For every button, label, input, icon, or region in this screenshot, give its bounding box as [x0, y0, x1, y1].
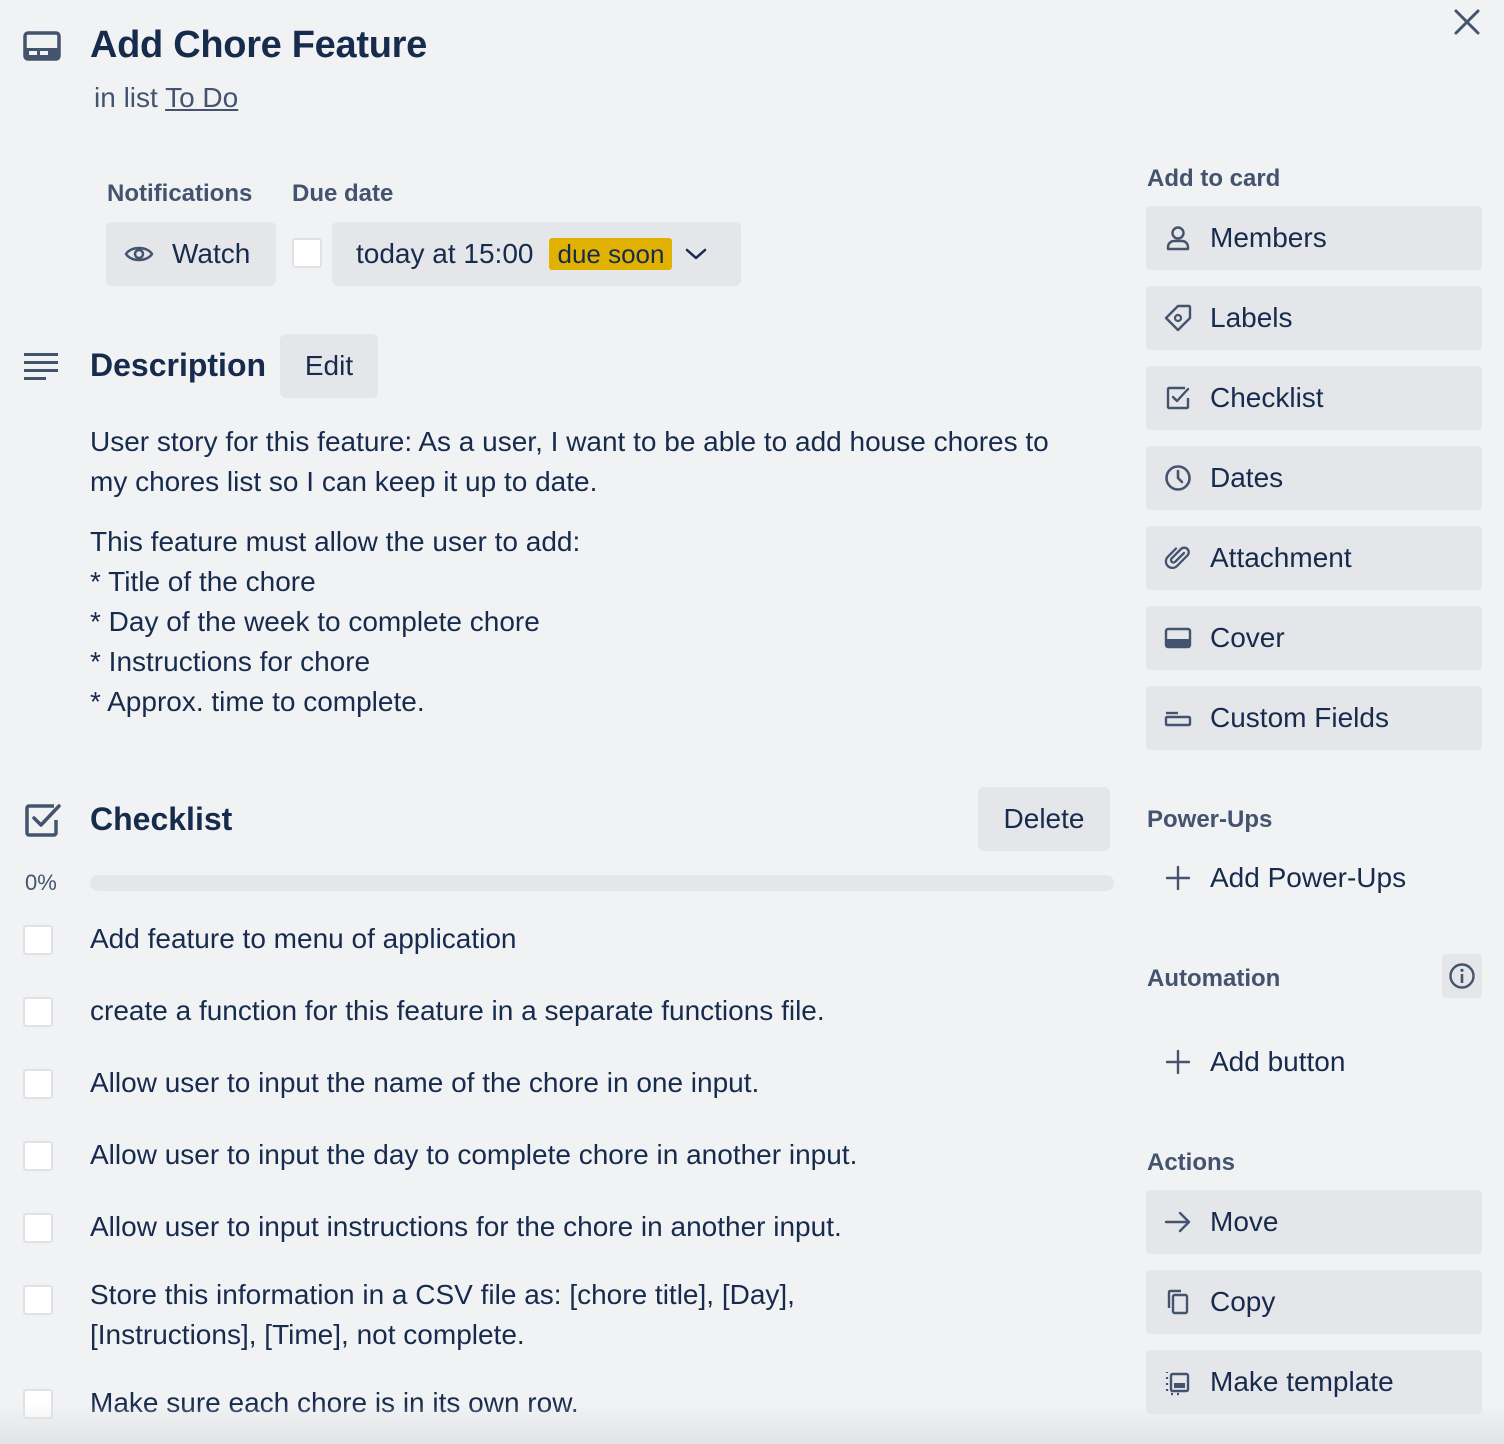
due-date-complete-checkbox[interactable] [292, 238, 322, 268]
description-line: * Title of the chore [90, 566, 316, 597]
checklist-item-checkbox[interactable] [23, 1389, 53, 1419]
checklist-item-line: [Instructions], [Time], not complete. [90, 1319, 525, 1350]
person-icon [1164, 225, 1192, 251]
checklist-item[interactable]: Allow user to input instructions for the… [90, 1207, 1090, 1247]
description-line: my chores list so I can keep it up to da… [90, 466, 598, 497]
checklist-item-line: Store this information in a CSV file as:… [90, 1279, 795, 1310]
attachment-button[interactable]: Attachment [1146, 526, 1482, 590]
template-icon [1164, 1368, 1192, 1396]
description-heading: Description [90, 347, 267, 383]
clock-icon [1164, 464, 1192, 492]
description-icon [22, 350, 60, 382]
checklist-item[interactable]: Add feature to menu of application [90, 919, 1090, 959]
add-to-card-heading: Add to card [1147, 165, 1281, 192]
close-icon[interactable] [1444, 4, 1490, 40]
paperclip-icon [1164, 544, 1192, 572]
list-subtitle: in list To Do [94, 82, 238, 114]
custom-fields-icon [1164, 706, 1192, 730]
description-line: User story for this feature: As a user, … [90, 426, 1049, 457]
due-soon-badge: due soon [549, 238, 673, 270]
description-line: * Approx. time to complete. [90, 686, 425, 717]
due-date-button[interactable]: today at 15:00 due soon [332, 222, 741, 286]
due-date-value: today at 15:00 [356, 238, 534, 269]
checklist-label: Checklist [1210, 382, 1324, 413]
arrow-right-icon [1164, 1210, 1192, 1234]
description-text[interactable]: User story for this feature: As a user, … [90, 422, 1100, 722]
members-button[interactable]: Members [1146, 206, 1482, 270]
automation-heading: Automation [1147, 965, 1281, 992]
eye-icon [124, 244, 154, 264]
card-icon [22, 30, 62, 64]
info-icon[interactable] [1442, 954, 1482, 998]
card-title[interactable]: Add Chore Feature [90, 24, 427, 67]
actions-heading: Actions [1147, 1149, 1236, 1176]
delete-checklist-button[interactable]: Delete [978, 787, 1110, 851]
copy-icon [1164, 1288, 1192, 1316]
add-power-ups-label: Add Power-Ups [1210, 862, 1407, 893]
chevron-down-icon [684, 246, 708, 262]
description-line: * Day of the week to complete chore [90, 606, 540, 637]
checklist-icon [24, 802, 62, 838]
checklist-item-checkbox[interactable] [23, 925, 53, 955]
members-label: Members [1210, 222, 1327, 253]
checklist-item[interactable]: Allow user to input the day to complete … [90, 1135, 1090, 1175]
dates-label: Dates [1210, 462, 1284, 493]
plus-icon [1164, 865, 1192, 891]
plus-icon [1164, 1049, 1192, 1075]
edit-description-button[interactable]: Edit [280, 334, 378, 398]
checklist-item-checkbox[interactable] [23, 1213, 53, 1243]
make-template-label: Make template [1210, 1366, 1394, 1397]
notifications-label: Notifications [107, 180, 253, 207]
custom-fields-label: Custom Fields [1210, 702, 1389, 733]
add-button-button[interactable]: Add button [1146, 1030, 1482, 1094]
due-date-label: Due date [292, 180, 394, 207]
add-button-label: Add button [1210, 1046, 1346, 1077]
cover-button[interactable]: Cover [1146, 606, 1482, 670]
power-ups-heading: Power-Ups [1147, 806, 1273, 833]
make-template-button[interactable]: Make template [1146, 1350, 1482, 1414]
cover-icon [1164, 626, 1192, 650]
checklist-item[interactable]: Allow user to input the name of the chor… [90, 1063, 1090, 1103]
checklist-progress-percent: 0% [25, 870, 57, 895]
watch-label: Watch [172, 238, 251, 269]
move-button[interactable]: Move [1146, 1190, 1482, 1254]
checklist-item[interactable]: create a function for this feature in a … [90, 991, 1090, 1031]
description-line: * Instructions for chore [90, 646, 371, 677]
copy-label: Copy [1210, 1286, 1276, 1317]
checklist-item-checkbox[interactable] [23, 1141, 53, 1171]
labels-button[interactable]: Labels [1146, 286, 1482, 350]
list-link[interactable]: To Do [165, 82, 238, 113]
labels-label: Labels [1210, 302, 1293, 333]
checklist-button[interactable]: Checklist [1146, 366, 1482, 430]
checklist-item[interactable]: Store this information in a CSV file as:… [90, 1275, 1090, 1355]
tag-icon [1164, 304, 1192, 332]
add-power-ups-button[interactable]: Add Power-Ups [1146, 846, 1482, 910]
checklist-progress-bar [90, 875, 1114, 891]
checklist-icon [1164, 385, 1192, 411]
description-line: This feature must allow the user to add: [90, 526, 581, 557]
checklist-item-checkbox[interactable] [23, 997, 53, 1027]
attachment-label: Attachment [1210, 542, 1352, 573]
cover-label: Cover [1210, 622, 1285, 653]
dates-button[interactable]: Dates [1146, 446, 1482, 510]
list-prefix: in list [94, 82, 158, 113]
custom-fields-button[interactable]: Custom Fields [1146, 686, 1482, 750]
move-label: Move [1210, 1206, 1279, 1237]
copy-button[interactable]: Copy [1146, 1270, 1482, 1334]
watch-button[interactable]: Watch [106, 222, 276, 286]
checklist-item-checkbox[interactable] [23, 1069, 53, 1099]
checklist-heading[interactable]: Checklist [90, 801, 232, 838]
checklist-item-checkbox[interactable] [23, 1285, 53, 1315]
checklist-item[interactable]: Make sure each chore is in its own row. [90, 1383, 1090, 1423]
